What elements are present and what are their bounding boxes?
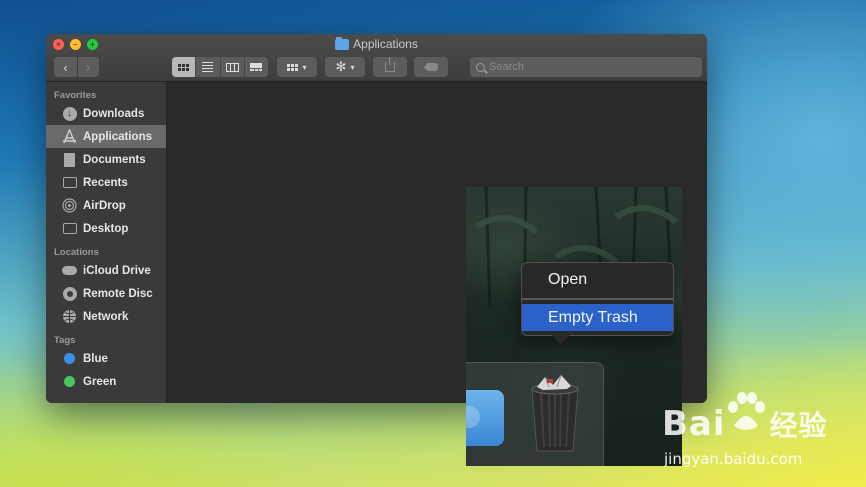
sidebar-item-label: Downloads — [83, 107, 145, 120]
search-icon — [476, 62, 485, 72]
list-view-icon — [202, 62, 214, 72]
desktop-icon — [62, 221, 77, 236]
sidebar-item-desktop[interactable]: Desktop — [46, 217, 166, 240]
sidebar-item-label: Documents — [83, 153, 146, 166]
trash-icon[interactable] — [527, 373, 583, 453]
cloud-icon — [62, 263, 77, 278]
sidebar-item-tag-blue[interactable]: Blue — [46, 347, 166, 370]
folder-icon — [335, 36, 350, 50]
download-icon: ↓ — [62, 106, 77, 121]
sidebar-item-label: Network — [83, 310, 129, 323]
sidebar-item-label: iCloud Drive — [83, 264, 151, 277]
list-view-button[interactable] — [195, 57, 219, 77]
watermark-logo: Bai 经验 — [662, 404, 828, 444]
sidebar-item-label: Recents — [83, 176, 128, 189]
dock — [466, 362, 604, 466]
sidebar-item-label: AirDrop — [83, 199, 126, 212]
group-grid-icon — [287, 63, 299, 71]
network-icon — [62, 309, 77, 324]
sidebar-item-documents[interactable]: Documents — [46, 148, 166, 171]
sidebar-item-tag-green[interactable]: Green — [46, 370, 166, 393]
column-view-icon — [225, 62, 239, 72]
back-button[interactable]: ‹ — [55, 57, 77, 77]
sidebar-item-label: Blue — [83, 352, 108, 365]
gallery-view-button[interactable] — [243, 57, 268, 77]
column-view-button[interactable] — [219, 57, 244, 77]
sidebar-item-remote-disc[interactable]: Remote Disc — [46, 282, 166, 305]
search-input[interactable] — [489, 61, 689, 73]
locations-header: Locations — [54, 247, 99, 258]
title-bar: × – + Applications ‹ › ▾ ✻ ▾ Search — [46, 34, 707, 82]
watermark-url: jingyan.baidu.com — [664, 450, 803, 468]
navigation-buttons: ‹ › — [54, 57, 99, 77]
icon-view-icon — [178, 63, 190, 71]
finder-dock-icon[interactable] — [466, 390, 504, 446]
forward-button[interactable]: › — [76, 57, 99, 77]
sidebar-item-applications[interactable]: Applications — [46, 125, 166, 148]
sidebar-item-downloads[interactable]: ↓ Downloads — [46, 102, 166, 125]
menu-separator — [522, 298, 673, 300]
context-menu: Open Empty Trash — [521, 262, 674, 345]
sidebar-item-label: Desktop — [83, 222, 129, 235]
sidebar-item-recents[interactable]: Recents — [46, 171, 166, 194]
chevron-down-icon: ▾ — [302, 62, 307, 72]
window-title: Applications — [46, 36, 707, 51]
gear-icon: ✻ — [335, 59, 347, 74]
view-mode-control — [172, 57, 268, 77]
sidebar: Favorites ↓ Downloads Applications Docum… — [46, 82, 167, 403]
tags-button[interactable] — [414, 57, 448, 77]
airdrop-icon — [62, 198, 77, 213]
sidebar-item-label: Applications — [83, 130, 153, 143]
search-field[interactable] — [470, 57, 702, 77]
green-tag-dot-icon — [62, 374, 77, 389]
favorites-header: Favorites — [54, 90, 97, 101]
trash-context-menu-inset: Open Empty Trash — [466, 187, 682, 466]
recents-icon — [62, 175, 77, 190]
sidebar-item-network[interactable]: Network — [46, 305, 166, 328]
chevron-down-icon: ▾ — [350, 62, 355, 72]
tag-icon — [424, 63, 438, 71]
share-icon — [385, 57, 395, 72]
action-menu-button[interactable]: ✻ ▾ — [325, 57, 365, 77]
baidu-jingyan-watermark: Bai 经验 jingyan.baidu.com — [662, 392, 862, 472]
group-by-button[interactable]: ▾ — [277, 57, 317, 77]
icon-view-button[interactable] — [172, 57, 196, 77]
sidebar-item-label: Green — [83, 375, 117, 388]
tags-header: Tags — [54, 335, 76, 346]
gallery-view-icon — [250, 62, 263, 72]
menu-item-open[interactable]: Open — [522, 266, 673, 293]
applications-icon — [62, 129, 77, 144]
share-button[interactable] — [373, 57, 407, 77]
document-icon — [62, 152, 77, 167]
sidebar-item-airdrop[interactable]: AirDrop — [46, 194, 166, 217]
menu-item-empty-trash[interactable]: Empty Trash — [522, 304, 673, 331]
window-title-text: Applications — [353, 37, 418, 51]
sidebar-item-icloud-drive[interactable]: iCloud Drive — [46, 259, 166, 282]
sidebar-item-label: Remote Disc — [83, 287, 153, 300]
disc-icon — [62, 286, 77, 301]
blue-tag-dot-icon — [62, 351, 77, 366]
